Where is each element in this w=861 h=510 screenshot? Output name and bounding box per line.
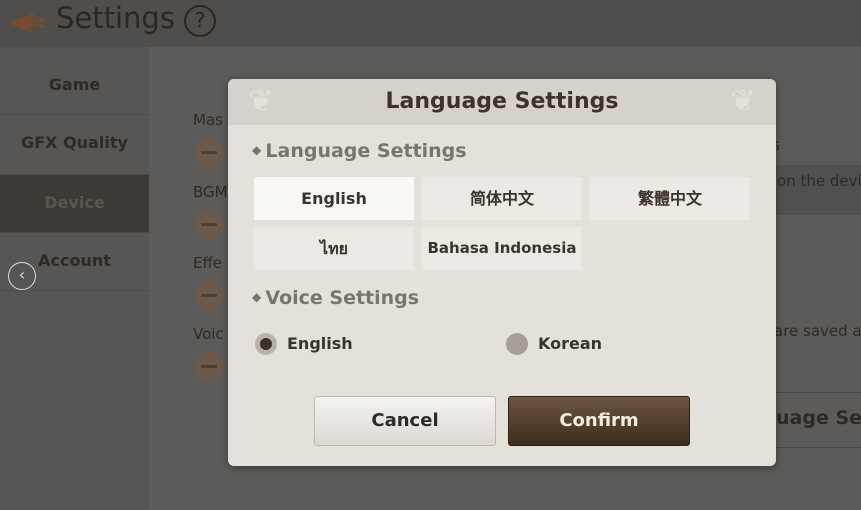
cancel-button[interactable]: Cancel [314, 396, 496, 446]
voice-section-label: Voice Settings [265, 287, 420, 309]
confirm-button[interactable]: Confirm [508, 396, 690, 446]
info-text: on the devic [777, 172, 861, 190]
bgm-volume-label: BGM [193, 183, 228, 201]
chevron-left-icon[interactable]: ‹ [8, 262, 36, 290]
language-settings-button-label: uage Sett [776, 407, 861, 429]
effects-volume-label: Effe [193, 254, 223, 272]
sidebar-item-device[interactable]: Device [0, 175, 149, 233]
master-volume-label: Mas [193, 111, 223, 129]
voice-volume-label: Voic [193, 325, 224, 343]
language-settings-dialog: Language Settings ❦ ❦ ◆ Language Setting… [228, 79, 776, 466]
saved-text: are saved a [774, 322, 861, 340]
language-section-label: Language Settings [265, 140, 467, 162]
back-arrow-icon[interactable] [6, 8, 48, 38]
language-option-indonesian[interactable]: Bahasa Indonesia [422, 227, 582, 270]
language-option-thai[interactable]: ไทย [254, 227, 414, 270]
voice-english-radio[interactable] [255, 333, 277, 355]
help-icon[interactable]: ? [184, 5, 216, 37]
language-option-traditional-chinese[interactable]: 繁體中文 [590, 177, 750, 220]
language-option-english[interactable]: English [254, 177, 414, 220]
language-option-simplified-chinese[interactable]: 简体中文 [422, 177, 582, 220]
voice-section-heading: ◆ Voice Settings [252, 287, 420, 309]
minus-icon[interactable] [194, 138, 224, 168]
voice-korean-radio[interactable] [506, 333, 528, 355]
voice-english-label[interactable]: English [287, 334, 353, 353]
voice-korean-label[interactable]: Korean [538, 334, 602, 353]
cloud-ornament-icon: ❦ [248, 84, 274, 119]
minus-icon[interactable] [194, 210, 224, 240]
page-title: Settings [56, 1, 175, 35]
sidebar-item-game[interactable]: Game [0, 60, 149, 115]
minus-icon[interactable] [194, 352, 224, 382]
language-section-heading: ◆ Language Settings [252, 140, 467, 162]
cloud-ornament-icon: ❦ [730, 84, 756, 119]
dialog-title: Language Settings [228, 79, 776, 125]
sidebar-item-gfx-quality[interactable]: GFX Quality [0, 115, 149, 175]
top-bar: Settings ? [0, 0, 861, 47]
minus-icon[interactable] [194, 281, 224, 311]
